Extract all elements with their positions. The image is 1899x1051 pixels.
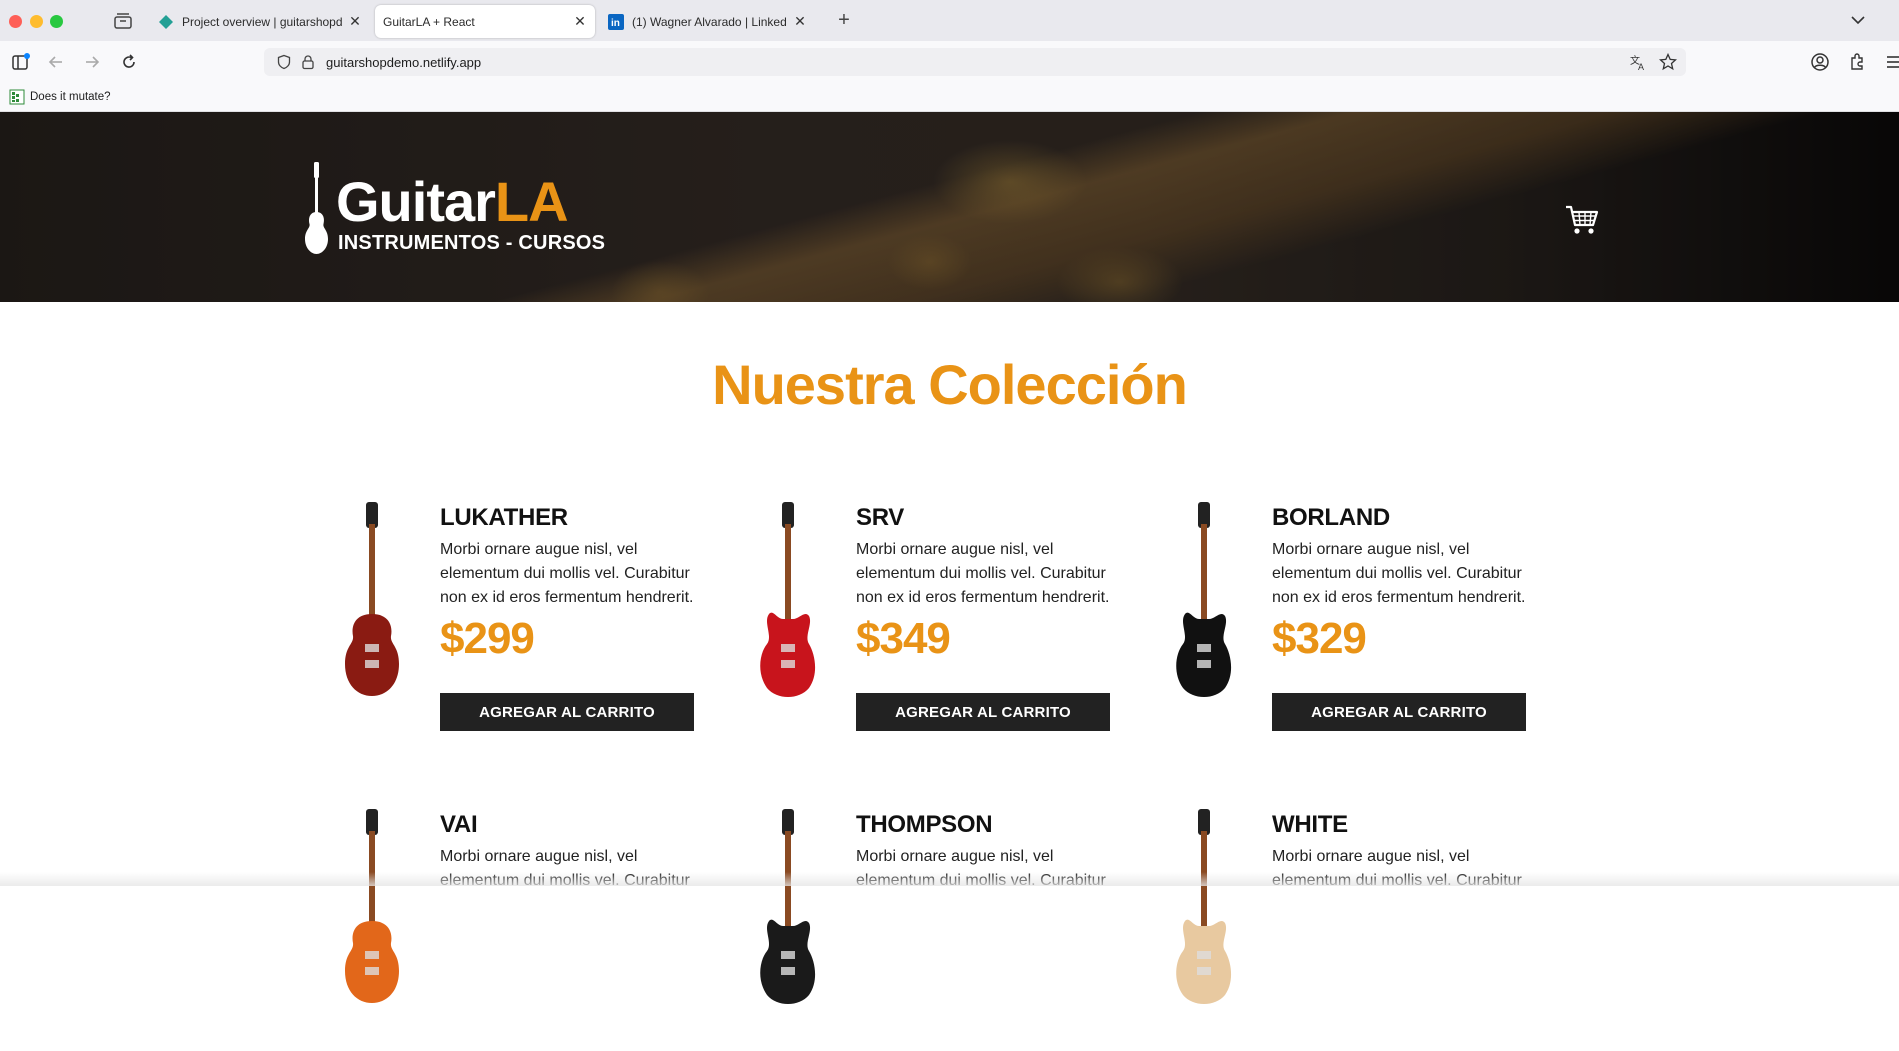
chevron-down-icon[interactable] [1848,10,1868,30]
product-name: THOMPSON [856,811,993,838]
tab-title: GuitarLA + React [383,14,475,29]
guitar-image [760,809,816,1004]
site-logo[interactable]: GuitarLA INSTRUMENTOS - CURSOS [300,160,620,260]
address-bar[interactable]: guitarshopdemo.netlify.app 文A [264,48,1686,76]
logo-subtitle: INSTRUMENTOS - CURSOS [338,232,606,254]
tab-linkedin[interactable]: in (1) Wagner Alvarado | LinkedIn ✕ [600,5,815,38]
forward-arrow-icon[interactable] [82,52,102,72]
close-icon[interactable]: ✕ [793,13,807,30]
guitar-image [760,502,816,697]
svg-text:A: A [1638,62,1644,71]
product-card: BORLAND Morbi ornare augue nisl, vel elem… [1149,494,1549,744]
product-description: Morbi ornare augue nisl, vel elementum d… [440,541,694,606]
product-card: LUKATHER Morbi ornare augue nisl, vel ele… [317,494,717,744]
window-maximize-button[interactable] [50,15,63,28]
add-to-cart-button[interactable]: AGREGAR AL CARRITO [440,693,694,731]
hero-header: GuitarLA INSTRUMENTOS - CURSOS [0,112,1899,302]
product-card: VAIMorbi ornare augue nisl, vel elementu… [317,801,717,1051]
close-icon[interactable]: ✕ [348,13,362,30]
product-card: WHITEMorbi ornare augue nisl, vel elemen… [1149,801,1549,1051]
guitar-logo-icon [305,162,328,254]
logo-accent-text: LA [494,170,569,233]
translate-icon[interactable]: 文A [1630,54,1647,71]
product-price: $299 [440,614,535,663]
product-name: LUKATHER [440,504,568,531]
bookmark-favicon-icon [9,89,25,105]
product-card: THOMPSONMorbi ornare augue nisl, vel ele… [733,801,1133,1051]
tab-title: (1) Wagner Alvarado | LinkedIn [632,14,787,29]
back-arrow-icon[interactable] [46,52,66,72]
guitar-image [345,809,399,1003]
tab-overview-icon[interactable] [113,12,133,30]
product-card: SRV Morbi ornare augue nisl, vel elementu… [733,494,1133,744]
product-name: WHITE [1272,811,1348,838]
page-title: Nuestra Colección [712,353,1188,416]
new-tab-button[interactable]: + [833,9,855,31]
tab-title: Project overview | guitarshopdemo [182,14,342,29]
sidebar-icon[interactable] [11,52,31,72]
product-name: VAI [440,811,478,838]
guitar-image [1176,502,1232,697]
lock-icon[interactable] [300,54,316,70]
bookmark-label: Does it mutate? [30,91,111,103]
bookmarks-bar: Does it mutate? [0,83,1899,112]
window-minimize-button[interactable] [30,15,43,28]
close-icon[interactable]: ✕ [573,13,587,30]
bottom-shadow [0,872,1899,886]
star-icon[interactable] [1659,53,1677,71]
menu-icon[interactable] [1884,52,1899,72]
window-close-button[interactable] [9,15,22,28]
tab-guitarla[interactable]: GuitarLA + React ✕ [375,5,595,38]
browser-tab-bar: Project overview | guitarshopdemo ✕ Guit… [0,0,1899,41]
product-price: $349 [856,614,951,663]
svg-text:in: in [611,18,620,29]
shield-icon[interactable] [276,54,292,70]
account-icon[interactable] [1810,52,1830,72]
guitar-image [1176,809,1232,1004]
add-to-cart-button[interactable]: AGREGAR AL CARRITO [1272,693,1526,731]
add-to-cart-button[interactable]: AGREGAR AL CARRITO [856,693,1110,731]
reload-icon[interactable] [119,52,139,72]
product-price: $329 [1272,614,1367,663]
logo-wordmark: GuitarLA [336,174,569,230]
product-description: Morbi ornare augue nisl, vel elementum d… [1272,541,1526,606]
product-description: Morbi ornare augue nisl, vel elementum d… [856,541,1110,606]
bookmark-item[interactable]: Does it mutate? [9,89,111,105]
linkedin-icon: in [608,13,624,30]
product-name: SRV [856,504,905,531]
cart-icon[interactable] [1565,204,1599,236]
url-text: guitarshopdemo.netlify.app [326,55,482,70]
browser-nav-bar: guitarshopdemo.netlify.app 文A [0,41,1899,83]
tab-project-overview[interactable]: Project overview | guitarshopdemo ✕ [150,5,370,38]
logo-main-text: Guitar [336,170,496,233]
extensions-icon[interactable] [1847,52,1867,72]
product-name: BORLAND [1272,504,1390,531]
netlify-diamond-icon [159,14,173,29]
guitar-image [345,502,399,696]
hero-overlay [0,112,1899,302]
